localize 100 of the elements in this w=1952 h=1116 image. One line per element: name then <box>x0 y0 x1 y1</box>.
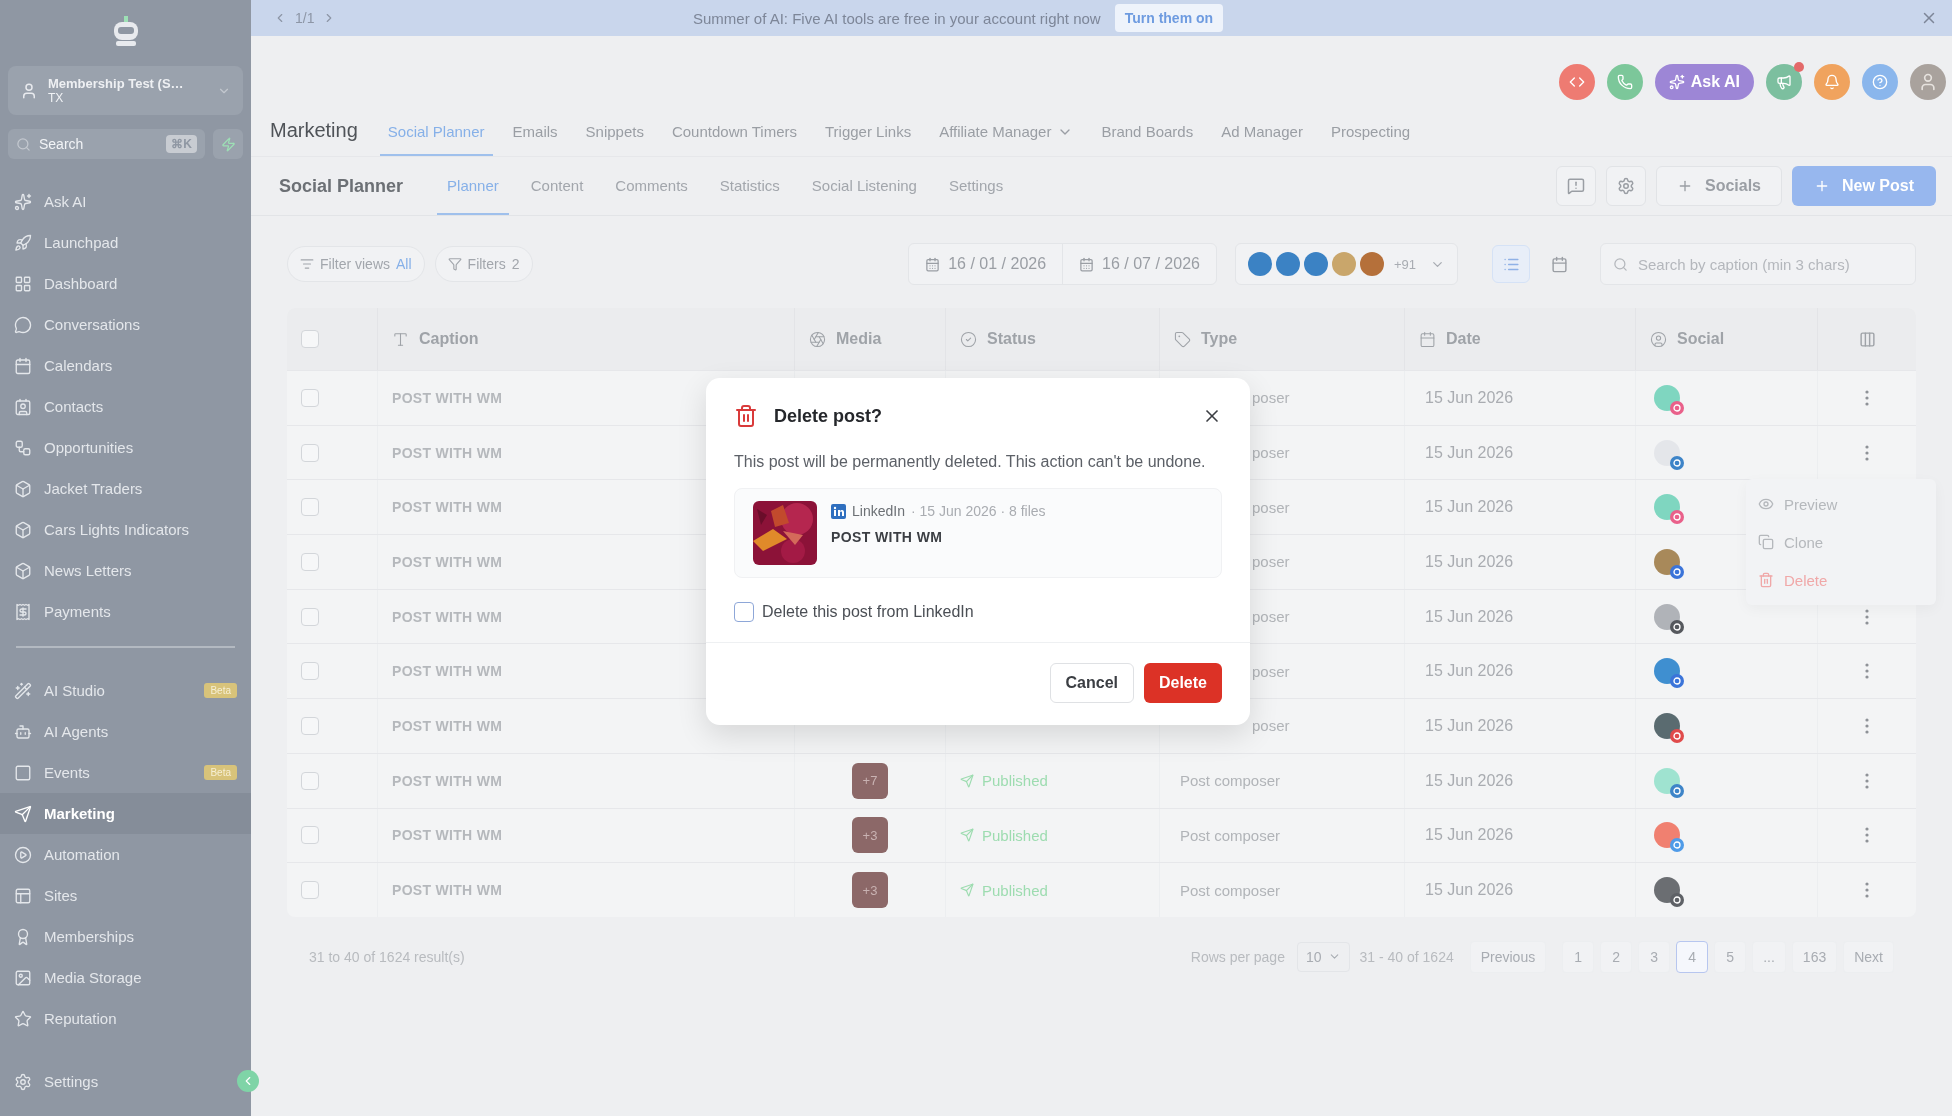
sidebar-item[interactable]: Calendars <box>0 345 251 386</box>
post-caption: POST WITH WM <box>831 529 944 545</box>
delete-from-network-checkbox[interactable] <box>734 602 754 622</box>
sidebar-item[interactable]: Opportunities <box>0 427 251 468</box>
search-field[interactable]: Search <box>37 135 161 153</box>
row-checkbox[interactable] <box>301 552 319 571</box>
menu-item-icon <box>14 233 32 252</box>
status-label: Published <box>960 881 1048 899</box>
account-switcher[interactable]: Membership Test (S… TX <box>8 66 243 115</box>
code-button[interactable] <box>1558 64 1595 100</box>
chip-value: All <box>396 256 412 272</box>
row-checkbox[interactable] <box>301 662 319 681</box>
nav-tab[interactable]: Social Planner <box>379 123 493 156</box>
post-type: poser <box>1252 608 1290 626</box>
announcements-button[interactable] <box>1766 64 1802 100</box>
socials-button[interactable]: Socials <box>1655 166 1782 206</box>
nav-tab[interactable]: Trigger Links <box>817 123 920 156</box>
nav-tab[interactable]: Countdown Timers <box>663 123 805 156</box>
select-all-checkbox[interactable] <box>301 330 319 348</box>
caption-search-box[interactable]: Search by caption (min 3 chars) <box>1600 243 1916 285</box>
sidebar-item[interactable]: Conversations <box>0 304 251 345</box>
nav-tab[interactable]: Snippets <box>577 123 652 156</box>
sidebar-item[interactable]: News Letters <box>0 550 251 591</box>
filter-views-button[interactable]: Filter views All <box>287 246 425 282</box>
help-button[interactable] <box>1862 64 1898 100</box>
sidebar-item[interactable]: Settings <box>0 1061 227 1102</box>
menu-item-icon <box>14 804 32 823</box>
sidebar-item[interactable]: Sites <box>0 875 251 916</box>
user-avatar[interactable] <box>1910 64 1946 100</box>
sidebar-item[interactable]: Ask AI <box>0 181 251 222</box>
post-caption: POST WITH WM <box>392 717 503 734</box>
sidebar-item[interactable]: Events Beta <box>0 752 251 793</box>
nav-tab[interactable]: Affiliate Manager <box>931 123 1082 156</box>
post-date: 15 Jun 2026 <box>1425 881 1514 900</box>
sub-tab[interactable]: Statistics <box>709 157 790 215</box>
sidebar-item[interactable]: Contacts <box>0 386 251 427</box>
page-button[interactable]: 4 <box>1676 940 1709 973</box>
settings-button[interactable] <box>1605 166 1646 206</box>
list-view-toggle[interactable] <box>1492 245 1530 283</box>
row-checkbox[interactable] <box>301 716 319 735</box>
phone-button[interactable] <box>1606 64 1643 100</box>
sub-tab[interactable]: Content <box>520 157 594 215</box>
sub-tab[interactable]: Social Listening <box>801 157 927 215</box>
row-checkbox[interactable] <box>301 388 319 407</box>
filter-icon <box>447 257 462 271</box>
sidebar-item[interactable]: Cars Lights Indicators <box>0 509 251 550</box>
sidebar-item[interactable]: Media Storage <box>0 957 251 998</box>
new-post-button[interactable]: New Post <box>1792 166 1936 206</box>
menu-item[interactable]: Delete <box>1746 561 1936 600</box>
sidebar-item[interactable]: Memberships <box>0 916 251 957</box>
collapse-button[interactable] <box>237 1070 259 1092</box>
nav-tab[interactable]: Brand Boards <box>1093 123 1202 156</box>
menu-item-icon <box>14 315 32 334</box>
sidebar-item[interactable]: Dashboard <box>0 263 251 304</box>
post-type: poser <box>1252 389 1290 407</box>
more-icon <box>1865 827 1869 844</box>
sidebar-item[interactable]: Marketing <box>0 793 251 834</box>
more-icon <box>1865 663 1869 680</box>
sidebar-item[interactable]: Jacket Traders <box>0 468 251 509</box>
caption-search-field[interactable]: Search by caption (min 3 chars) <box>1636 254 1903 274</box>
banner-action-button[interactable]: Turn them on <box>1114 4 1224 32</box>
menu-item[interactable]: Preview <box>1746 485 1936 524</box>
accounts-selector[interactable]: +91 <box>1234 243 1458 285</box>
search-box[interactable]: Search ⌘K <box>8 129 205 159</box>
sidebar-item[interactable]: AI Agents <box>0 711 251 752</box>
quick-action-button[interactable] <box>213 129 243 159</box>
row-checkbox[interactable] <box>301 443 319 462</box>
sub-tab[interactable]: Settings <box>938 157 1014 215</box>
sub-tab[interactable]: Comments <box>605 157 698 215</box>
cancel-button[interactable]: Cancel <box>1049 663 1134 703</box>
columns-icon[interactable] <box>1858 330 1876 348</box>
row-checkbox[interactable] <box>301 607 319 626</box>
delete-button[interactable]: Delete <box>1143 663 1222 703</box>
row-checkbox[interactable] <box>301 771 319 790</box>
network-badge-icon <box>1670 400 1684 415</box>
nav-tab[interactable]: Emails <box>504 123 566 156</box>
nav-tab[interactable]: Ad Manager <box>1213 123 1311 156</box>
notifications-button[interactable] <box>1814 64 1850 100</box>
ask-ai-button[interactable]: Ask AI <box>1654 64 1754 100</box>
sidebar-item[interactable]: Reputation <box>0 998 251 1039</box>
sidebar-item[interactable]: Payments <box>0 591 251 632</box>
more-icon <box>1865 882 1869 899</box>
row-checkbox[interactable] <box>301 498 319 517</box>
network-badge-icon <box>1670 619 1684 634</box>
row-checkbox[interactable] <box>301 881 319 900</box>
menu-item[interactable]: Clone <box>1746 523 1936 562</box>
feedback-button[interactable] <box>1555 166 1596 206</box>
filters-button[interactable]: Filters 2 <box>434 246 533 282</box>
rows-per-page-select[interactable]: 10 <box>1296 941 1350 972</box>
post-type: poser <box>1252 717 1290 735</box>
send-icon <box>960 883 974 898</box>
lightning-icon <box>220 136 236 152</box>
sidebar-item[interactable]: Launchpad <box>0 222 251 263</box>
sidebar-item[interactable]: Automation <box>0 834 251 875</box>
sub-tab[interactable]: Planner <box>437 157 509 215</box>
column-icon <box>1419 330 1436 348</box>
nav-tab[interactable]: Prospecting <box>1322 123 1419 156</box>
row-checkbox[interactable] <box>301 826 319 845</box>
sidebar-item[interactable]: AI Studio Beta <box>0 670 251 711</box>
more-icon <box>1865 717 1869 734</box>
